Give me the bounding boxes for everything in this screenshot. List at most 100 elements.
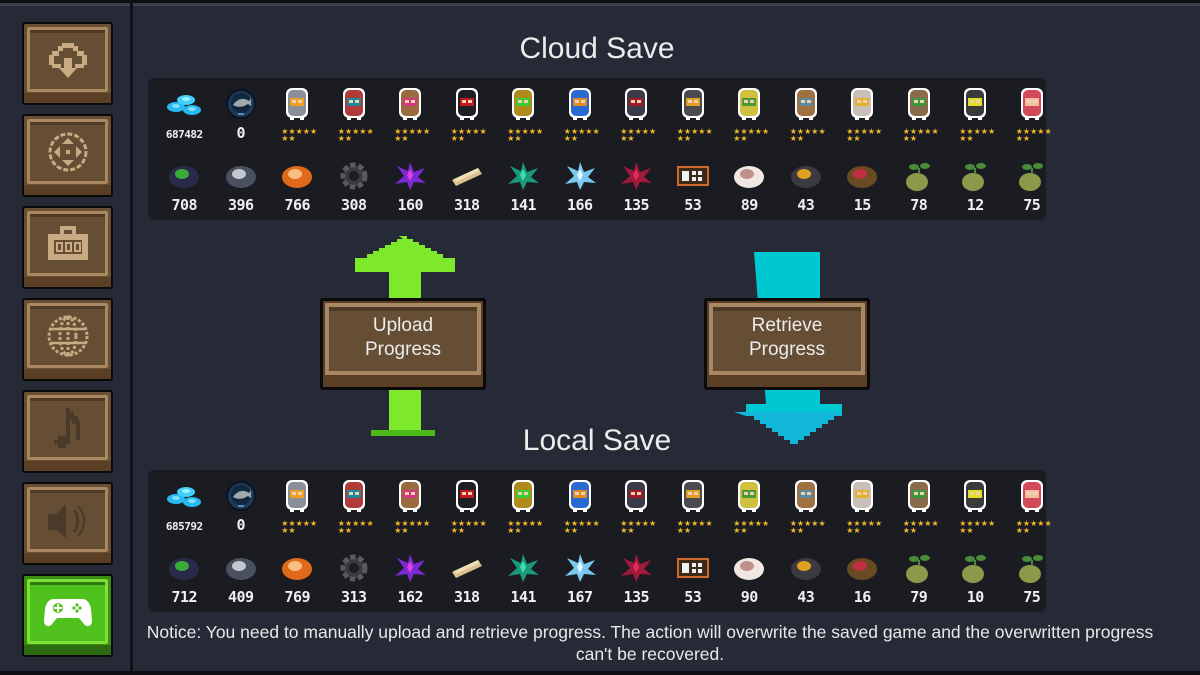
material-count: 53	[684, 196, 702, 214]
material-count: 160	[397, 196, 424, 214]
battery-icon	[164, 158, 204, 194]
character-engineer[interactable]: ★★★★★ ★★	[552, 86, 609, 143]
material-count: 141	[510, 588, 537, 606]
character-werewolf[interactable]: ★★★★★ ★★	[778, 478, 835, 535]
iron-ore-icon	[221, 550, 261, 586]
character-elf[interactable]: ★★★★★ ★★	[721, 478, 778, 535]
material-copper-ore: 766	[269, 158, 326, 214]
character-paladin[interactable]: ★★★★★ ★★	[665, 86, 722, 143]
character-rogue-icon	[334, 478, 374, 514]
material-copper-ore: 769	[269, 550, 326, 606]
retrieve-progress-button[interactable]: Retrieve Progress	[704, 298, 870, 390]
material-purple-crystal: 162	[382, 550, 439, 606]
seed-c-icon	[1012, 158, 1052, 194]
material-gear: 308	[326, 158, 383, 214]
material-count: 90	[740, 588, 759, 606]
character-paladin[interactable]: ★★★★★ ★★	[665, 478, 722, 535]
retrieve-progress-label: Retrieve Progress	[748, 315, 826, 360]
character-stars: ★★★★★ ★★	[281, 519, 318, 535]
character-berserker[interactable]: ★★★★★ ★★	[1004, 478, 1061, 535]
character-werewolf-icon	[786, 86, 826, 122]
character-rogue[interactable]: ★★★★★ ★★	[326, 86, 383, 143]
character-werewolf[interactable]: ★★★★★ ★★	[778, 86, 835, 143]
fish-count: 0	[236, 124, 246, 142]
material-count: 409	[227, 588, 254, 606]
character-stars: ★★★★★ ★★	[789, 519, 826, 535]
character-knight[interactable]: ★★★★★ ★★	[269, 478, 326, 535]
sidebar-item-cloud-save[interactable]	[22, 22, 113, 105]
gems-icon	[164, 478, 204, 514]
character-priest-icon	[842, 86, 882, 122]
local-materials-row: 712 409 769 313 162 318 141 167 135 53 9…	[156, 550, 1060, 606]
character-vampire[interactable]: ★★★★★ ★★	[608, 86, 665, 143]
character-alchemist[interactable]: ★★★★★ ★★	[495, 478, 552, 535]
character-priest[interactable]: ★★★★★ ★★	[834, 478, 891, 535]
character-assassin[interactable]: ★★★★★ ★★	[439, 478, 496, 535]
character-priest[interactable]: ★★★★★ ★★	[834, 86, 891, 143]
character-rogue[interactable]: ★★★★★ ★★	[326, 478, 383, 535]
character-druid[interactable]: ★★★★★ ★★	[891, 86, 948, 143]
sidebar-item-controls[interactable]	[22, 114, 113, 197]
sidebar-item-sound[interactable]	[22, 482, 113, 565]
part-icon	[786, 550, 826, 586]
fish-icon	[221, 478, 261, 514]
cloud-materials-row: 708 396 766 308 160 318 141 166 135 53 8…	[156, 158, 1060, 214]
character-robot[interactable]: ★★★★★ ★★	[947, 86, 1004, 143]
fish-count: 0	[236, 516, 246, 534]
battery-icon	[164, 550, 204, 586]
character-engineer[interactable]: ★★★★★ ★★	[552, 478, 609, 535]
sidebar-item-music[interactable]	[22, 390, 113, 473]
material-count: 89	[740, 196, 759, 214]
character-stars: ★★★★★ ★★	[620, 519, 657, 535]
character-robot[interactable]: ★★★★★ ★★	[947, 478, 1004, 535]
character-druid[interactable]: ★★★★★ ★★	[891, 478, 948, 535]
material-count: 313	[340, 588, 367, 606]
seed-b-icon	[955, 550, 995, 586]
character-vampire[interactable]: ★★★★★ ★★	[608, 478, 665, 535]
cloud-save-panel: 687482 0 ★★★★★ ★★ ★★★★★ ★★ ★★★★★ ★★ ★★★★…	[148, 78, 1052, 220]
material-seed-c: 75	[1004, 550, 1061, 606]
character-elf[interactable]: ★★★★★ ★★	[721, 86, 778, 143]
fish-icon	[221, 86, 261, 122]
material-seed-a: 79	[891, 550, 948, 606]
character-knight[interactable]: ★★★★★ ★★	[269, 86, 326, 143]
local-characters-row: 685792 0 ★★★★★ ★★ ★★★★★ ★★ ★★★★★ ★★ ★★★★…	[156, 478, 1061, 535]
material-cotton: 89	[721, 158, 778, 214]
red-crystal-icon	[616, 550, 656, 586]
material-blue-crystal: 166	[552, 158, 609, 214]
upload-progress-button[interactable]: Upload Progress	[320, 298, 486, 390]
timber-icon	[447, 158, 487, 194]
material-count: 135	[623, 196, 650, 214]
green-crystal-icon	[503, 550, 543, 586]
character-knight-icon	[277, 478, 317, 514]
material-count: 16	[853, 588, 872, 606]
material-count: 10	[966, 588, 985, 606]
character-assassin[interactable]: ★★★★★ ★★	[439, 86, 496, 143]
gems-count: 685792	[165, 520, 203, 533]
sidebar-divider	[130, 0, 133, 675]
material-green-crystal: 141	[495, 158, 552, 214]
sidebar-item-game-services[interactable]	[22, 574, 113, 657]
character-berserker[interactable]: ★★★★★ ★★	[1004, 86, 1061, 143]
character-wizard[interactable]: ★★★★★ ★★	[382, 86, 439, 143]
sidebar-item-language[interactable]	[22, 298, 113, 381]
cloud-characters-row: 687482 0 ★★★★★ ★★ ★★★★★ ★★ ★★★★★ ★★ ★★★★…	[156, 86, 1061, 143]
material-green-crystal: 141	[495, 550, 552, 606]
material-count: 135	[623, 588, 650, 606]
notice-text: Notice: You need to manually upload and …	[146, 622, 1154, 664]
character-stars: ★★★★★ ★★	[1015, 519, 1052, 535]
character-alchemist[interactable]: ★★★★★ ★★	[495, 86, 552, 143]
material-count: 166	[566, 196, 593, 214]
character-stars: ★★★★★ ★★	[337, 127, 374, 143]
character-wizard[interactable]: ★★★★★ ★★	[382, 478, 439, 535]
hammer-icon	[842, 550, 882, 586]
sidebar-item-equipment[interactable]	[22, 206, 113, 289]
character-stars: ★★★★★ ★★	[563, 519, 600, 535]
character-stars: ★★★★★ ★★	[620, 127, 657, 143]
copper-ore-icon	[277, 158, 317, 194]
character-rogue-icon	[334, 86, 374, 122]
character-stars: ★★★★★ ★★	[676, 127, 713, 143]
character-vampire-icon	[616, 478, 656, 514]
material-count: 43	[797, 196, 815, 214]
character-stars: ★★★★★ ★★	[394, 519, 431, 535]
